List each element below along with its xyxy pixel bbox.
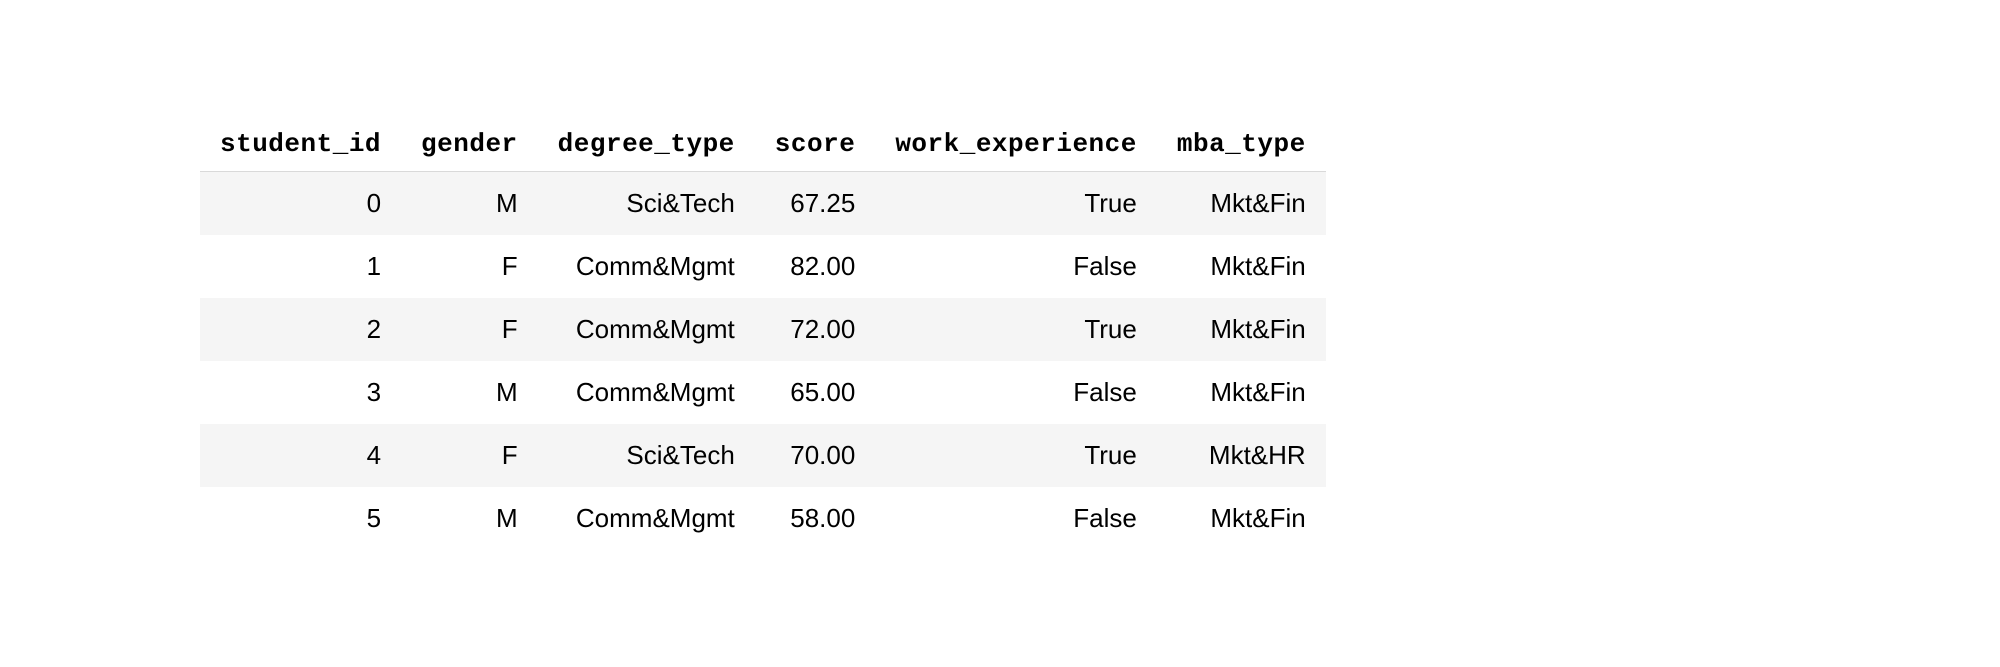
table-header-row: student_id gender degree_type score work… xyxy=(200,117,1326,172)
cell-mba-type: Mkt&HR xyxy=(1157,424,1326,487)
cell-student-id: 4 xyxy=(200,424,401,487)
cell-mba-type: Mkt&Fin xyxy=(1157,235,1326,298)
table-row: 3 M Comm&Mgmt 65.00 False Mkt&Fin xyxy=(200,361,1326,424)
cell-score: 70.00 xyxy=(755,424,876,487)
cell-gender: F xyxy=(401,424,538,487)
cell-work-experience: False xyxy=(875,235,1157,298)
cell-gender: M xyxy=(401,172,538,236)
cell-score: 67.25 xyxy=(755,172,876,236)
col-header-mba-type: mba_type xyxy=(1157,117,1326,172)
table-row: 2 F Comm&Mgmt 72.00 True Mkt&Fin xyxy=(200,298,1326,361)
cell-student-id: 0 xyxy=(200,172,401,236)
col-header-degree-type: degree_type xyxy=(538,117,755,172)
cell-degree-type: Comm&Mgmt xyxy=(538,298,755,361)
col-header-work-experience: work_experience xyxy=(875,117,1157,172)
col-header-score: score xyxy=(755,117,876,172)
cell-gender: M xyxy=(401,487,538,550)
dataframe-table: student_id gender degree_type score work… xyxy=(200,117,1326,550)
cell-student-id: 5 xyxy=(200,487,401,550)
cell-degree-type: Comm&Mgmt xyxy=(538,487,755,550)
cell-score: 82.00 xyxy=(755,235,876,298)
cell-student-id: 1 xyxy=(200,235,401,298)
cell-score: 65.00 xyxy=(755,361,876,424)
cell-work-experience: False xyxy=(875,487,1157,550)
cell-degree-type: Sci&Tech xyxy=(538,424,755,487)
cell-mba-type: Mkt&Fin xyxy=(1157,172,1326,236)
cell-score: 72.00 xyxy=(755,298,876,361)
cell-gender: F xyxy=(401,235,538,298)
table-row: 0 M Sci&Tech 67.25 True Mkt&Fin xyxy=(200,172,1326,236)
table-row: 5 M Comm&Mgmt 58.00 False Mkt&Fin xyxy=(200,487,1326,550)
cell-work-experience: False xyxy=(875,361,1157,424)
col-header-gender: gender xyxy=(401,117,538,172)
cell-mba-type: Mkt&Fin xyxy=(1157,487,1326,550)
cell-student-id: 2 xyxy=(200,298,401,361)
cell-work-experience: True xyxy=(875,298,1157,361)
cell-degree-type: Sci&Tech xyxy=(538,172,755,236)
cell-gender: F xyxy=(401,298,538,361)
cell-mba-type: Mkt&Fin xyxy=(1157,361,1326,424)
table-row: 1 F Comm&Mgmt 82.00 False Mkt&Fin xyxy=(200,235,1326,298)
cell-degree-type: Comm&Mgmt xyxy=(538,235,755,298)
table-row: 4 F Sci&Tech 70.00 True Mkt&HR xyxy=(200,424,1326,487)
col-header-student-id: student_id xyxy=(200,117,401,172)
cell-gender: M xyxy=(401,361,538,424)
cell-score: 58.00 xyxy=(755,487,876,550)
cell-mba-type: Mkt&Fin xyxy=(1157,298,1326,361)
cell-student-id: 3 xyxy=(200,361,401,424)
cell-work-experience: True xyxy=(875,424,1157,487)
cell-work-experience: True xyxy=(875,172,1157,236)
cell-degree-type: Comm&Mgmt xyxy=(538,361,755,424)
